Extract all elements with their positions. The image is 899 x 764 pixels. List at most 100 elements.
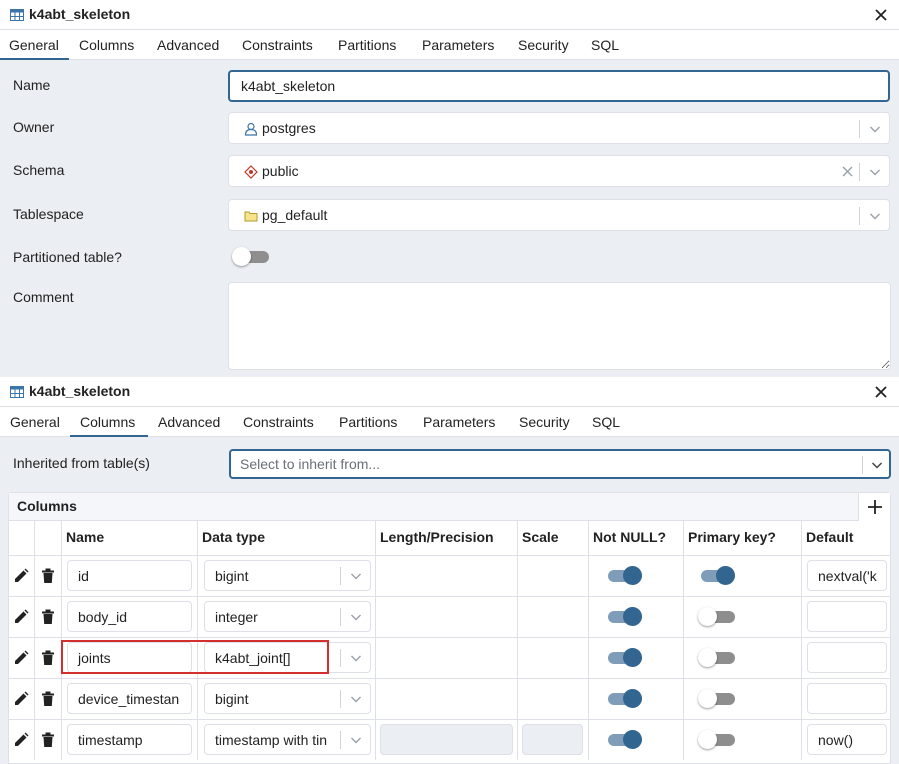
dialog-titlebar: k4abt_skeleton: [0, 0, 899, 30]
clear-icon[interactable]: [842, 166, 853, 177]
tab-constraints[interactable]: Constraints: [243, 414, 314, 430]
inherit-placeholder: Select to inherit from...: [240, 456, 381, 472]
owner-select[interactable]: postgres: [228, 112, 890, 144]
primary-key-toggle[interactable]: [698, 607, 736, 626]
trash-icon[interactable]: [40, 691, 56, 707]
schema-select[interactable]: public: [228, 155, 890, 187]
trash-icon[interactable]: [40, 609, 56, 625]
tab-parameters[interactable]: Parameters: [423, 414, 495, 430]
trash-icon[interactable]: [40, 732, 56, 748]
chevron-down-icon[interactable]: [350, 570, 362, 582]
tab-partitions[interactable]: Partitions: [338, 37, 396, 53]
close-icon[interactable]: [873, 7, 889, 23]
owner-label: Owner: [13, 119, 55, 135]
close-icon[interactable]: [873, 384, 889, 400]
select-separator: [340, 567, 341, 585]
chevron-down-icon[interactable]: [350, 611, 362, 623]
primary-key-toggle[interactable]: [698, 648, 736, 667]
data-type-select[interactable]: timestamp with tin: [204, 724, 371, 755]
data-type-select[interactable]: bigint: [204, 683, 371, 714]
tab-general[interactable]: General: [9, 37, 59, 53]
tab-security[interactable]: Security: [519, 414, 570, 430]
not-null-toggle[interactable]: [605, 689, 643, 708]
folder-icon: [244, 211, 258, 222]
select-separator: [340, 690, 341, 708]
column-name-value: id: [78, 568, 89, 584]
partitioned-toggle[interactable]: [232, 247, 270, 266]
header-primary-key: Primary key?: [684, 521, 802, 555]
chevron-down-icon[interactable]: [350, 652, 362, 664]
tablespace-select[interactable]: pg_default: [228, 199, 890, 231]
inherit-select[interactable]: Select to inherit from...: [229, 449, 891, 479]
tab-constraints[interactable]: Constraints: [242, 37, 313, 53]
chevron-down-icon[interactable]: [869, 123, 881, 135]
select-separator: [859, 120, 860, 138]
data-type-select[interactable]: integer: [204, 601, 371, 632]
default-input[interactable]: nextval('k: [807, 560, 887, 591]
column-name-value: timestamp: [78, 732, 143, 748]
edit-icon[interactable]: [13, 568, 29, 584]
tab-general[interactable]: General: [10, 414, 60, 430]
header-not-null: Not NULL?: [589, 521, 684, 555]
row-cell: [518, 597, 589, 637]
primary-key-toggle[interactable]: [698, 730, 736, 749]
edit-icon[interactable]: [13, 732, 29, 748]
columns-title: Columns: [17, 498, 77, 514]
select-separator: [859, 207, 860, 225]
column-name-input[interactable]: timestamp: [67, 724, 192, 755]
default-input[interactable]: [807, 601, 887, 632]
table-row: id bigint nextval('k: [9, 555, 890, 596]
chevron-down-icon[interactable]: [350, 734, 362, 746]
trash-icon[interactable]: [40, 650, 56, 666]
chevron-down-icon[interactable]: [871, 459, 883, 471]
name-input[interactable]: k4abt_skeleton: [228, 70, 890, 102]
toggle-knob: [716, 566, 735, 585]
select-separator: [340, 731, 341, 749]
default-value: now(): [818, 732, 854, 748]
column-name-input[interactable]: body_id: [67, 601, 192, 632]
tab-parameters[interactable]: Parameters: [422, 37, 494, 53]
not-null-toggle[interactable]: [605, 607, 643, 626]
not-null-toggle[interactable]: [605, 730, 643, 749]
tab-partitions[interactable]: Partitions: [339, 414, 397, 430]
not-null-toggle[interactable]: [605, 648, 643, 667]
tab-bar: General Columns Advanced Constraints Par…: [0, 30, 899, 60]
edit-icon[interactable]: [13, 609, 29, 625]
tab-sql[interactable]: SQL: [591, 37, 619, 53]
chevron-down-icon[interactable]: [350, 693, 362, 705]
tab-security[interactable]: Security: [518, 37, 569, 53]
columns-header: Columns: [9, 493, 890, 521]
scale-input[interactable]: [522, 724, 583, 755]
name-value: k4abt_skeleton: [241, 78, 336, 94]
trash-icon[interactable]: [40, 568, 56, 584]
column-name-input[interactable]: id: [67, 560, 192, 591]
select-separator: [340, 608, 341, 626]
chevron-down-icon[interactable]: [869, 166, 881, 178]
tab-advanced[interactable]: Advanced: [157, 37, 219, 53]
primary-key-toggle[interactable]: [698, 566, 736, 585]
default-input[interactable]: now(): [807, 724, 887, 755]
add-column-button[interactable]: [858, 493, 890, 521]
default-input[interactable]: [807, 683, 887, 714]
default-input[interactable]: [807, 642, 887, 673]
chevron-down-icon[interactable]: [869, 210, 881, 222]
edit-icon[interactable]: [13, 691, 29, 707]
edit-icon[interactable]: [13, 650, 29, 666]
tab-advanced[interactable]: Advanced: [158, 414, 220, 430]
tab-columns[interactable]: Columns: [79, 37, 134, 53]
table-row: timestamp timestamp with tin now(): [9, 719, 890, 760]
length-input[interactable]: [380, 724, 513, 755]
highlight-box: [61, 640, 329, 674]
primary-key-toggle[interactable]: [698, 689, 736, 708]
header-edit: [9, 521, 35, 555]
not-null-toggle[interactable]: [605, 566, 643, 585]
toggle-knob: [698, 607, 717, 626]
row-cell: [518, 679, 589, 719]
data-type-value: bigint: [215, 691, 249, 707]
columns-panel: Columns Name Data type Length/Precision …: [8, 492, 891, 764]
tab-sql[interactable]: SQL: [592, 414, 620, 430]
data-type-select[interactable]: bigint: [204, 560, 371, 591]
tab-columns[interactable]: Columns: [80, 414, 135, 430]
column-name-input[interactable]: device_timestan: [67, 683, 192, 714]
comment-textarea[interactable]: [228, 282, 891, 370]
